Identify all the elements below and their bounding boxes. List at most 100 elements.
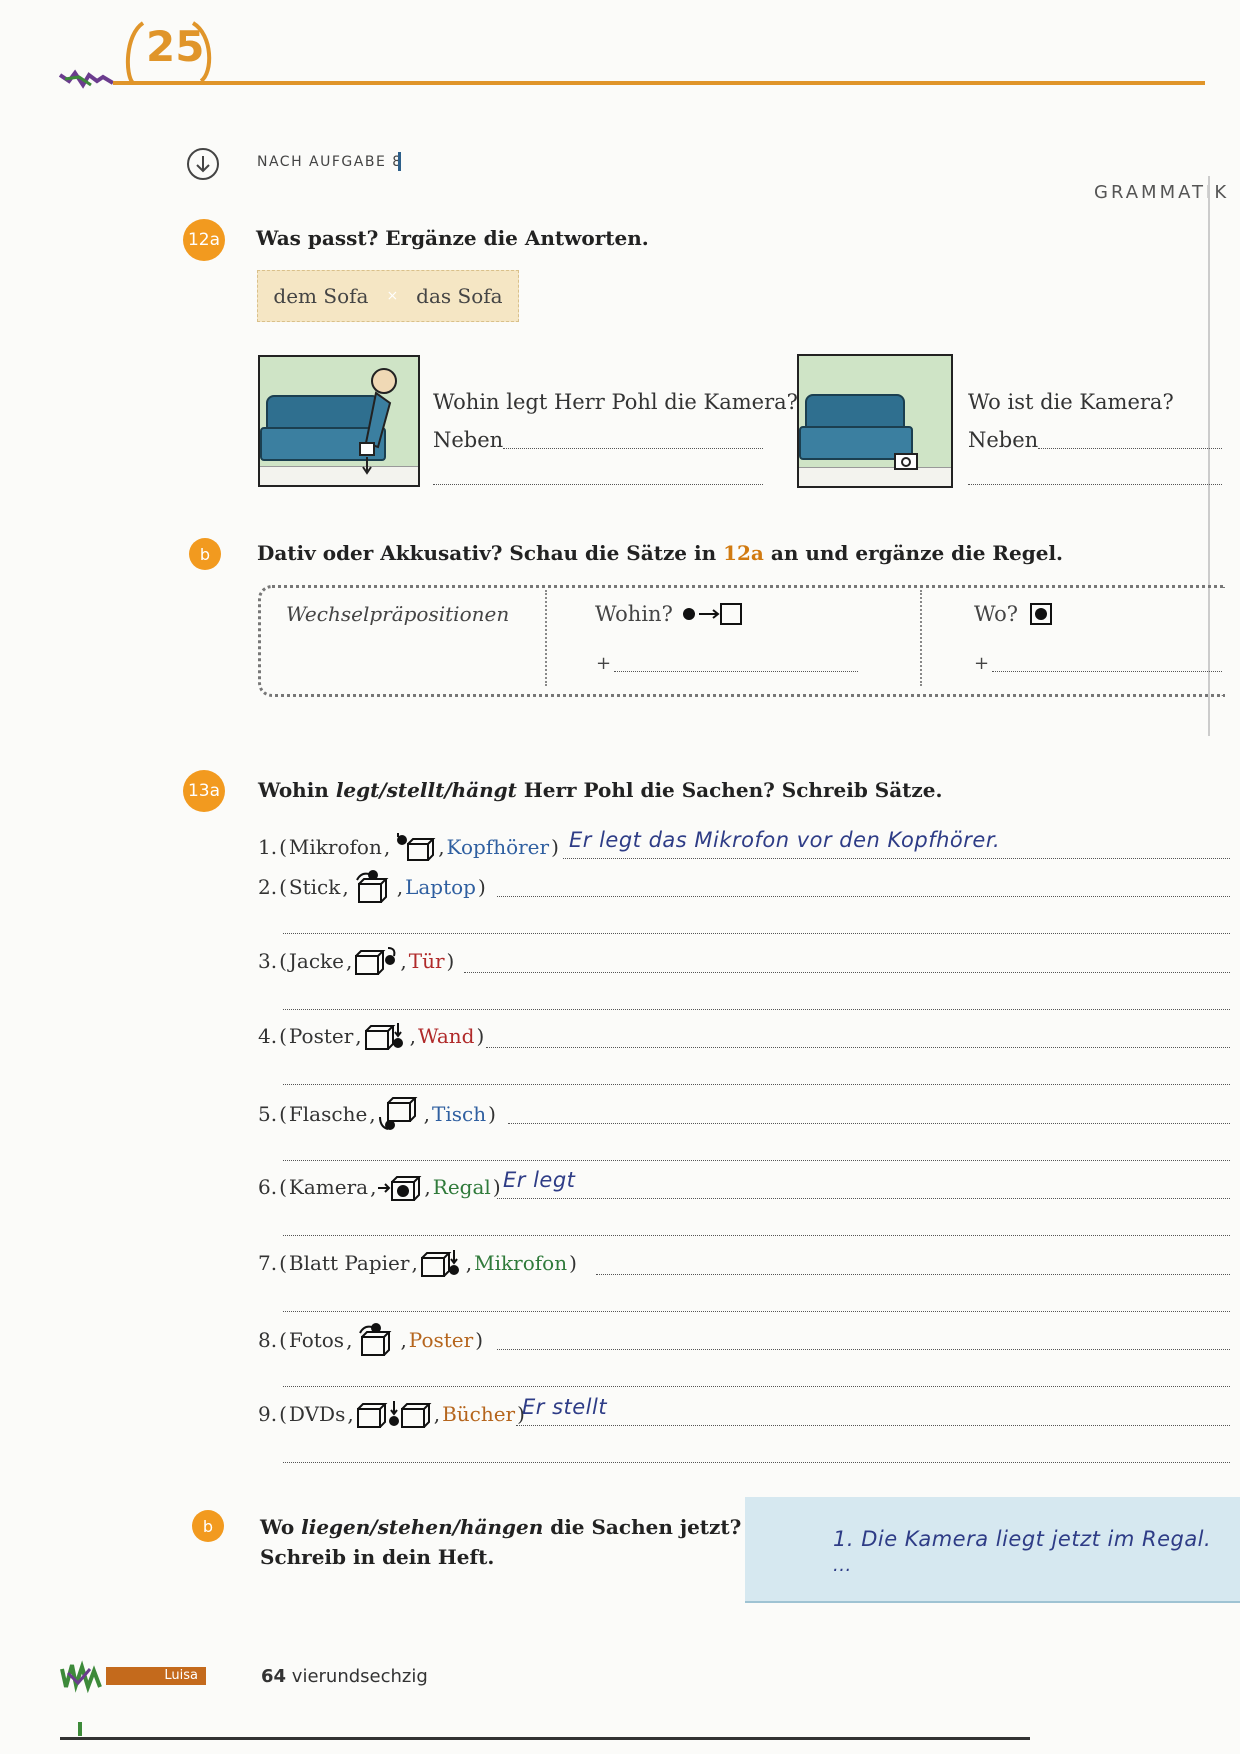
answer-line[interactable] (1038, 448, 1222, 449)
item-thing: Fotos (288, 1328, 345, 1352)
unit-number: 25 (146, 22, 205, 71)
rule-line-wo[interactable] (992, 671, 1222, 672)
answer-line[interactable] (497, 896, 1230, 897)
task-badge-13b: b (192, 1510, 224, 1542)
above-position-icon (351, 870, 395, 904)
item-thing: Stick (288, 875, 341, 899)
answer-line[interactable] (283, 1461, 1230, 1463)
answer-line[interactable] (486, 1047, 1230, 1048)
example-line-1: 1. Die Kamera liegt jetzt im Regal. (833, 1527, 1212, 1551)
item-number: 6. (258, 1175, 278, 1199)
answer-line[interactable] (508, 1122, 1230, 1124)
exercise-item: 1. (Mikrofon, , Kopfhörer) (258, 832, 559, 862)
exercise-item: 7. (Blatt Papier, , Mikrofon) (258, 1248, 577, 1278)
rule-col-prepositions: Wechselpräpositionen (286, 602, 510, 626)
item-paren-close: ) (492, 1175, 501, 1199)
item-thing: Blatt Papier (288, 1250, 410, 1275)
item-comma: , (424, 1175, 431, 1199)
answer-line[interactable] (283, 1159, 1230, 1161)
footer-brand: Luisa (106, 1667, 206, 1685)
next-to-position-icon (420, 1248, 464, 1278)
task-13b-title: Wo liegen/stehen/hängen die Sachen jetzt… (260, 1515, 742, 1569)
word-option[interactable]: das Sofa (416, 284, 502, 308)
task-12b-title: Dativ oder Akkusativ? Schau die Sätze in… (257, 541, 1064, 565)
task-badge-13a: 13a (183, 770, 225, 812)
answer-line[interactable] (433, 484, 763, 485)
download-icon[interactable] (187, 148, 219, 180)
item-number: 3. (258, 948, 278, 973)
item-reference: Mikrofon (474, 1250, 568, 1275)
rule-divider (920, 590, 922, 686)
under-position-icon (378, 1096, 422, 1131)
item-paren-open: ( (279, 1175, 287, 1199)
item-paren-open: ( (279, 1250, 287, 1275)
illustration-herr-pohl-sofa (258, 355, 420, 487)
example-box: 1. Die Kamera liegt jetzt im Regal. ... (745, 1497, 1240, 1603)
exercise-item: 3. (Jacke, , Tür) (258, 946, 454, 976)
rule-divider (545, 590, 547, 686)
item-paren-open: ( (279, 1024, 287, 1048)
answer-line[interactable] (497, 1349, 1230, 1350)
footer-green-mark (78, 1722, 82, 1736)
word-separator: × (386, 288, 399, 304)
item-comma: , (433, 1401, 441, 1426)
item-paren-open: ( (279, 875, 287, 899)
item-number: 2. (258, 875, 278, 899)
answer-line[interactable] (464, 971, 1230, 973)
exercise-item: 4. (Poster, , Wand) (258, 1021, 484, 1051)
answer-line[interactable] (563, 858, 1230, 859)
position-box-icon (1030, 603, 1053, 625)
item-paren-close: ) (551, 835, 559, 859)
on-top-position-icon (392, 832, 436, 862)
answer-prefix-1: Neben (433, 428, 504, 452)
item-reference: Poster (408, 1328, 474, 1352)
answer-line[interactable] (283, 1386, 1230, 1387)
task-badge-12a: 12a (183, 219, 225, 261)
answer-line[interactable] (283, 1310, 1230, 1312)
item-paren-close: ) (475, 1328, 483, 1352)
item-paren-open: ( (279, 948, 287, 973)
item-thing: Kamera (288, 1175, 369, 1199)
nach-aufgabe-label: NACH AUFGABE 8 (257, 154, 403, 170)
next-to-position-icon (364, 1021, 408, 1051)
task-13a-title: Wohin legt/stellt/hängt Herr Pohl die Sa… (258, 778, 943, 802)
question-2: Wo ist die Kamera? (968, 390, 1174, 414)
item-reference: Kopfhörer (446, 835, 550, 859)
word-box: dem Sofa × das Sofa (257, 270, 519, 322)
answer-line[interactable] (516, 1424, 1230, 1426)
item-number: 1. (258, 835, 278, 859)
answer-line[interactable] (283, 1235, 1230, 1236)
into-position-icon (378, 1172, 422, 1202)
answer-prefix-2: Neben (968, 428, 1039, 452)
answer-line[interactable] (503, 448, 763, 449)
answer-line[interactable] (283, 1084, 1230, 1085)
item-reference: Tisch (432, 1101, 487, 1126)
header-decoration (58, 21, 1205, 89)
item-number: 9. (258, 1401, 278, 1426)
item-comma: , (411, 1250, 418, 1275)
item-reference: Laptop (405, 875, 476, 899)
rule-plus: + (974, 653, 990, 674)
item-comma: , (347, 1401, 354, 1426)
answer-line[interactable] (283, 1008, 1230, 1010)
task-badge-12b: b (189, 538, 221, 570)
item-thing: Jacke (288, 948, 345, 973)
exercise-item: 8. (Fotos, , Poster) (258, 1323, 483, 1357)
item-paren-open: ( (279, 1328, 287, 1352)
footer-brand-strip: Luisa (60, 1660, 208, 1694)
answer-line[interactable] (596, 1273, 1230, 1275)
question-1: Wohin legt Herr Pohl die Kamera? (433, 390, 798, 414)
rule-plus: + (596, 653, 612, 674)
task-12a-title: Was passt? Ergänze die Antworten. (256, 226, 649, 250)
answer-line[interactable] (283, 933, 1230, 934)
rule-line-wohin[interactable] (614, 671, 858, 672)
answer-line[interactable] (968, 484, 1222, 485)
item-paren-open: ( (279, 1101, 287, 1126)
exercise-item: 5. (Flasche, , Tisch) (258, 1096, 496, 1131)
footer-line (60, 1737, 1030, 1740)
word-option[interactable]: dem Sofa (273, 284, 368, 308)
answer-line[interactable] (497, 1198, 1230, 1199)
movement-arrow-icon (682, 603, 742, 625)
item-thing: DVDs (288, 1401, 346, 1426)
item-comma: , (370, 1175, 377, 1199)
